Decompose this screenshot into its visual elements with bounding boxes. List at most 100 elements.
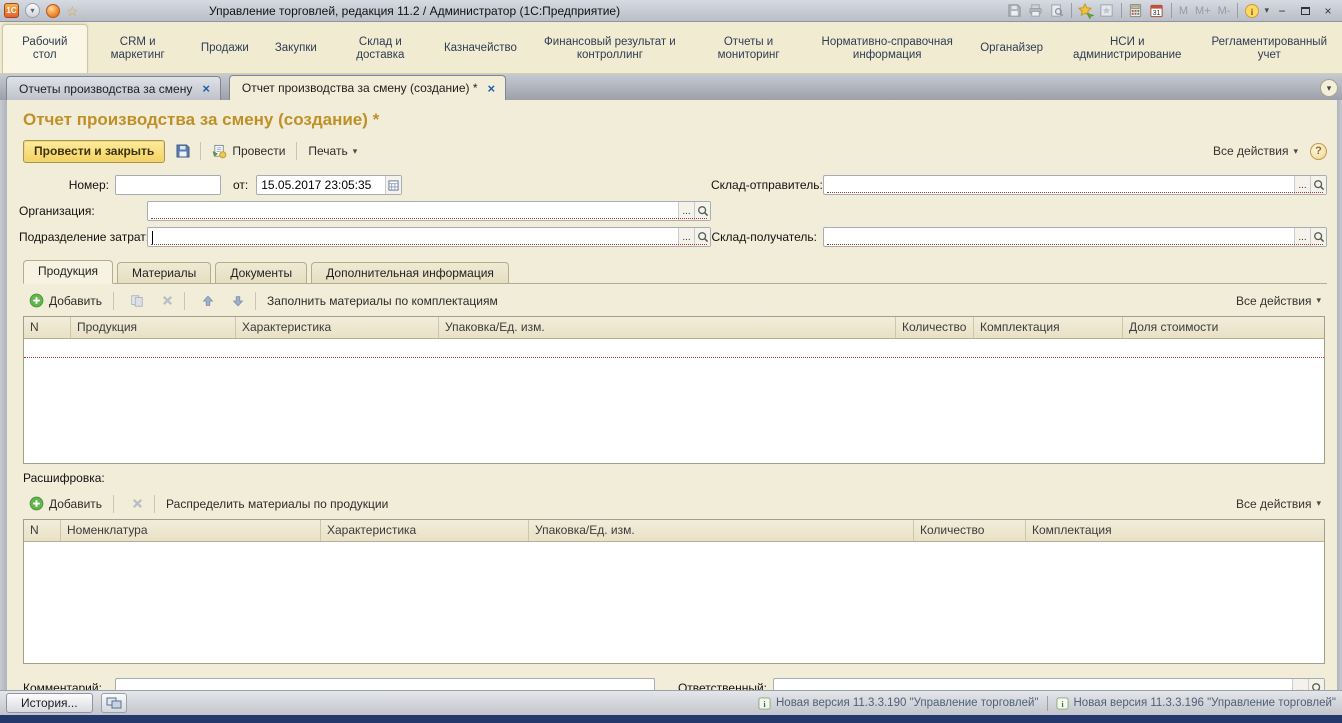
department-label: Подразделение затрат: xyxy=(19,230,150,244)
svg-text:31: 31 xyxy=(1153,10,1161,17)
nav-purchases[interactable]: Закупки xyxy=(262,24,330,73)
memory-m-plus-button[interactable]: M+ xyxy=(1193,5,1213,17)
update-message-2[interactable]: i Новая версия 11.3.3.196 "Управление то… xyxy=(1055,696,1336,710)
col-n[interactable]: N xyxy=(24,520,61,541)
main-menu-button[interactable]: ▾ xyxy=(25,3,40,18)
tab-additional-info[interactable]: Дополнительная информация xyxy=(311,262,509,283)
search-icon[interactable] xyxy=(1310,176,1326,194)
details-table-body[interactable] xyxy=(24,542,1324,663)
col-n[interactable]: N xyxy=(24,317,71,338)
nav-sales[interactable]: Продажи xyxy=(188,24,262,73)
post-and-close-button[interactable]: Провести и закрыть xyxy=(23,139,166,163)
add-row-button[interactable]: Добавить xyxy=(23,291,108,310)
col-product[interactable]: Продукция xyxy=(71,317,236,338)
info-dropdown-icon[interactable]: ▾ xyxy=(1264,5,1269,16)
post-button[interactable]: Провести xyxy=(206,142,291,161)
all-actions-button[interactable]: Все действия ▾ xyxy=(1209,142,1302,160)
minimize-button[interactable]: − xyxy=(1272,3,1292,19)
nav-regulated-accounting[interactable]: Регламентированный учет xyxy=(1198,24,1340,73)
update-message-1[interactable]: i Новая версия 11.3.3.190 "Управление то… xyxy=(758,696,1039,710)
nav-financial-result[interactable]: Финансовый результат и контроллинг xyxy=(530,24,690,73)
col-characteristic[interactable]: Характеристика xyxy=(321,520,529,541)
nav-treasury[interactable]: Казначейство xyxy=(431,24,530,73)
fill-materials-button[interactable]: Заполнить материалы по комплектациям xyxy=(261,292,504,310)
favorites-star-icon[interactable]: ☆ xyxy=(66,4,79,18)
details-toolbar: Добавить Распределить материалы по проду… xyxy=(23,490,1325,517)
tab-documents[interactable]: Документы xyxy=(215,262,308,283)
copy-row-button[interactable] xyxy=(125,290,149,312)
page-title: Отчет производства за смену (создание) * xyxy=(23,110,380,129)
col-packaging[interactable]: Упаковка/Ед. изм. xyxy=(439,317,896,338)
move-up-button[interactable] xyxy=(196,290,220,312)
tab-products[interactable]: Продукция xyxy=(23,260,114,284)
products-all-actions-button[interactable]: Все действия ▾ xyxy=(1232,292,1325,310)
client-sessions-button[interactable] xyxy=(100,693,127,713)
favorites-list-icon[interactable] xyxy=(1098,2,1116,20)
save-button[interactable] xyxy=(171,140,195,162)
delete-row-button[interactable] xyxy=(155,290,179,312)
col-characteristic[interactable]: Характеристика xyxy=(236,317,439,338)
right-window-edge xyxy=(1337,100,1342,690)
close-icon[interactable]: × xyxy=(202,82,210,95)
close-button[interactable]: × xyxy=(1318,3,1338,19)
nav-nsi-admin[interactable]: НСИ и администрирование xyxy=(1056,24,1198,73)
nav-crm-marketing[interactable]: CRM и маркетинг xyxy=(88,24,188,73)
date-picker-button[interactable] xyxy=(385,176,402,194)
ellipsis-button[interactable]: ... xyxy=(678,202,694,220)
add-detail-row-button[interactable]: Добавить xyxy=(23,494,108,513)
details-all-actions-button[interactable]: Все действия ▾ xyxy=(1232,495,1325,513)
search-icon[interactable] xyxy=(694,202,710,220)
col-nomenclature[interactable]: Номенклатура xyxy=(61,520,321,541)
number-input[interactable] xyxy=(116,177,220,193)
search-icon[interactable] xyxy=(1310,228,1326,246)
warehouse-to-input[interactable] xyxy=(824,229,1294,245)
save-icon[interactable] xyxy=(1006,2,1024,20)
organization-label: Организация: xyxy=(19,204,95,218)
nav-desktop[interactable]: Рабочий стол xyxy=(2,24,88,73)
service-menu-icon[interactable] xyxy=(46,3,60,18)
print-preview-icon[interactable] xyxy=(1048,2,1066,20)
maximize-button[interactable] xyxy=(1295,3,1315,19)
nav-reference-info[interactable]: Нормативно-справочная информация xyxy=(807,24,967,73)
products-table-body[interactable] xyxy=(24,339,1324,463)
memory-m-minus-button[interactable]: M- xyxy=(1216,5,1233,17)
tab-production-report-new[interactable]: Отчет производства за смену (создание) *… xyxy=(228,75,507,100)
print-menu-button[interactable]: Печать ▾ xyxy=(302,142,363,160)
date-input[interactable] xyxy=(257,177,386,193)
distribute-materials-button[interactable]: Распределить материалы по продукции xyxy=(160,495,394,513)
ellipsis-button[interactable]: ... xyxy=(1294,228,1310,246)
department-field-wrap: ... xyxy=(147,227,711,247)
col-kitting[interactable]: Комплектация xyxy=(1026,520,1324,541)
ellipsis-button[interactable]: ... xyxy=(678,228,694,246)
info-icon[interactable]: i xyxy=(1243,2,1261,20)
chevron-down-icon: ▾ xyxy=(30,6,35,15)
warehouse-from-input[interactable] xyxy=(824,177,1294,193)
col-packaging[interactable]: Упаковка/Ед. изм. xyxy=(529,520,914,541)
nav-organizer[interactable]: Органайзер xyxy=(967,24,1056,73)
tab-materials[interactable]: Материалы xyxy=(117,262,212,283)
col-cost-share[interactable]: Доля стоимости xyxy=(1123,317,1324,338)
text-cursor xyxy=(152,231,153,244)
col-quantity[interactable]: Количество xyxy=(896,317,974,338)
ellipsis-button[interactable]: ... xyxy=(1294,176,1310,194)
help-button[interactable]: ? xyxy=(1310,142,1327,160)
department-input[interactable] xyxy=(148,229,678,245)
taskbar-edge xyxy=(0,715,1342,723)
history-button[interactable]: История... xyxy=(6,693,93,713)
add-to-favorites-icon[interactable] xyxy=(1077,2,1095,20)
delete-detail-row-button[interactable] xyxy=(125,493,149,515)
nav-reports-monitoring[interactable]: Отчеты и мониторинг xyxy=(690,24,807,73)
col-quantity[interactable]: Количество xyxy=(914,520,1026,541)
memory-m-button[interactable]: M xyxy=(1177,5,1190,17)
tab-list-button[interactable]: ▾ xyxy=(1320,79,1338,97)
calendar-icon[interactable]: 31 xyxy=(1148,2,1166,20)
move-down-button[interactable] xyxy=(226,290,250,312)
calculator-icon[interactable] xyxy=(1127,2,1145,20)
tab-production-reports-list[interactable]: Отчеты производства за смену × xyxy=(6,76,221,100)
nav-warehouse-delivery[interactable]: Склад и доставка xyxy=(330,24,431,73)
col-kitting[interactable]: Комплектация xyxy=(974,317,1123,338)
search-icon[interactable] xyxy=(694,228,710,246)
print-icon[interactable] xyxy=(1027,2,1045,20)
organization-input[interactable] xyxy=(148,203,678,219)
close-icon[interactable]: × xyxy=(488,82,496,95)
